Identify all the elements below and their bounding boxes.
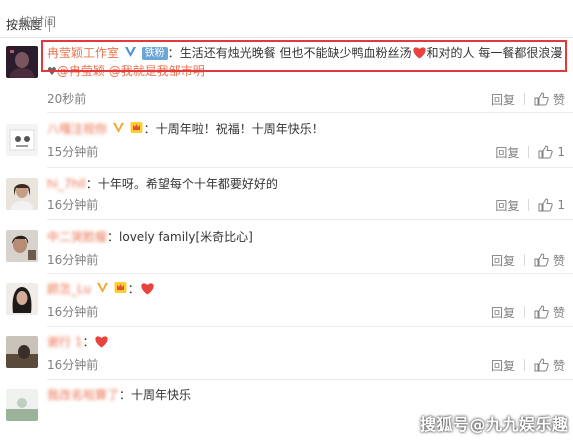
username-link[interactable]: 谢行 1 [47,335,82,349]
sort-by-time-tab[interactable]: 按时间 [20,14,56,36]
thumbs-up-icon [534,253,549,267]
reply-button[interactable]: 回复 [491,357,515,374]
comment-text: 十周年快乐 [131,388,192,402]
comment-content: hi_7hll：十年呀。希望每个十年都要好好的 [47,177,278,191]
comment-text: lovely family[米奇比心] [119,230,253,244]
avatar[interactable] [6,124,38,156]
reply-button[interactable]: 回复 [491,252,515,269]
comment-content: 冉莹颖工作室 铁粉 ：生活还有烛光晚餐 但也不能缺少鸭血粉丝汤 和对的人 每一餐都很… [47,46,563,60]
like-count: 1 [557,145,565,159]
comment-content: 我改名啦算了：十周年快乐 [47,388,192,402]
username-link[interactable]: hi_7hll [47,177,86,191]
avatar[interactable] [6,283,38,315]
red-heart-icon [412,47,426,59]
sort-bar: 按热度 按时间 [0,14,573,38]
comment-time: 20秒前 [47,92,87,106]
comment-content: 颜怎_Lu ： [47,280,573,298]
username-link[interactable]: 八嘎注视你 [47,122,107,136]
thumbs-up-icon [534,358,549,372]
like-button[interactable]: 1 [538,198,565,212]
sort-bar-underline [0,37,573,38]
like-button[interactable]: 赞 [534,252,565,269]
comment-text: 十年呀。希望每个十年都要好好的 [97,177,278,191]
verified-v-icon [96,283,108,293]
reply-button[interactable]: 回复 [495,144,519,161]
comment-time: 16分钟前 [47,358,99,372]
like-label: 赞 [552,92,565,107]
comment-time: 15分钟前 [47,145,99,159]
avatar[interactable] [6,46,38,78]
member-crown-icon [114,282,127,293]
verified-v-icon [112,123,124,133]
comment-time: 16分钟前 [47,253,99,267]
avatar[interactable] [6,389,38,421]
watermark: 搜狐号@九九娱乐趣 [420,415,569,434]
like-label: 赞 [552,305,565,320]
red-heart-icon [95,336,109,348]
username-link[interactable]: 我改名啦算了 [47,388,119,402]
red-heart-icon [141,283,154,295]
avatar[interactable] [6,336,38,368]
mention-glyph-icon: ♥ [47,65,57,78]
username-link[interactable]: 颜怎_Lu [47,282,91,296]
comment-text-continued: 和对的人 每一餐都很浪漫 [426,46,563,60]
comment-text: 十周年啦！祝福！十周年快乐！ [155,122,324,136]
member-crown-icon [130,122,143,133]
thumbs-up-icon [534,92,549,106]
like-button[interactable]: 赞 [534,304,565,321]
comment-mentions: ♥@冉莹颖 @我就是我邹市明 [47,62,573,81]
thumbs-up-icon [538,198,554,212]
like-label: 赞 [552,358,565,373]
like-button[interactable]: 赞 [534,357,565,374]
like-button[interactable]: 赞 [534,91,565,108]
username-link[interactable]: 冉莹颖工作室 [47,46,119,60]
comment-time: 16分钟前 [47,198,99,212]
comment-content: 谢行 1： [47,333,573,351]
username-link[interactable]: 中二哭脸瘦 [47,230,107,244]
avatar[interactable] [6,230,38,262]
thumbs-up-icon [538,145,554,159]
mention-link[interactable]: @冉莹颖 [57,64,105,78]
reply-button[interactable]: 回复 [495,197,519,214]
like-count: 1 [557,198,565,212]
like-label: 赞 [552,253,565,268]
mention-link[interactable]: @我就是我邹市明 [109,64,205,78]
comment-content: 八嘎注视你 ：十周年啦！祝福！十周年快乐！ [47,122,324,136]
reply-button[interactable]: 回复 [491,91,515,108]
verified-v-icon [124,47,136,57]
comment-time: 16分钟前 [47,305,99,319]
like-button[interactable]: 1 [538,145,565,159]
comment-text: 生活还有烛光晚餐 但也不能缺少鸭血粉丝汤 [179,46,412,60]
fan-badge: 铁粉 [141,47,168,60]
reply-button[interactable]: 回复 [491,304,515,321]
comment-content: 中二哭脸瘦：lovely family[米奇比心] [47,230,253,244]
avatar[interactable] [6,178,38,210]
thumbs-up-icon [534,305,549,319]
